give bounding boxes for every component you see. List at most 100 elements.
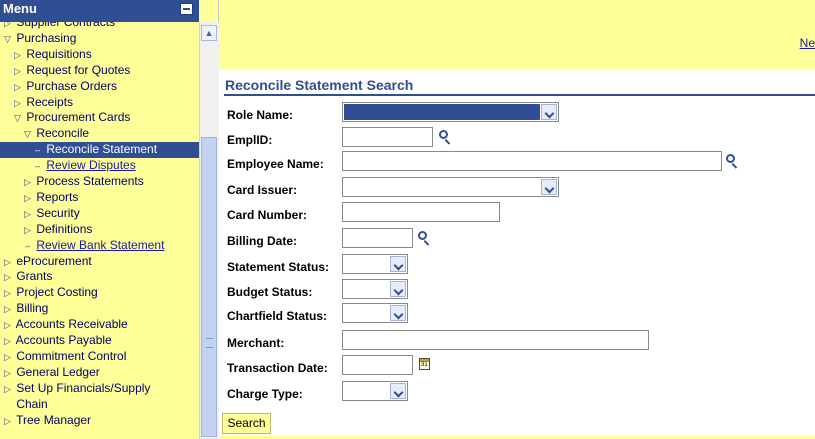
sidebar-item-label: Reconcile [36,126,90,140]
chartfield-status-label: Chartfield Status: [227,309,328,323]
chevron-down-icon[interactable] [541,179,557,195]
new-window-link[interactable]: Ne [800,36,815,50]
collapse-menu-icon[interactable] [180,3,193,15]
role-name-select[interactable] [342,102,559,122]
chevron-down-icon[interactable] [390,305,406,321]
sidebar-item-reconcile-statement[interactable]: – Reconcile Statement [0,142,199,158]
budget-status-label: Budget Status: [227,285,313,299]
sidebar-item-supplier-contracts[interactable]: ▷ Supplier Contracts [0,22,115,31]
sidebar-item-label: Purchase Orders [26,79,118,93]
top-header-bar: Ne [219,0,815,70]
sidebar-item-label: Receipts [26,95,74,109]
sidebar-item-definitions[interactable]: ▷ Definitions [0,222,92,238]
emplid-field[interactable] [342,127,433,147]
sidebar-item-security[interactable]: ▷ Security [0,206,80,222]
scroll-grip-icon [206,338,213,348]
chevron-down-icon[interactable] [390,281,406,297]
triangle-right-icon: ▷ [4,320,11,330]
triangle-right-icon: ▷ [4,352,11,362]
emplid-lookup-magnifier-icon[interactable] [439,130,453,145]
triangle-right-icon: ▷ [14,82,21,92]
transaction-date-label: Transaction Date: [227,361,328,375]
sidebar-item-label: Request for Quotes [26,63,131,77]
calendar-icon[interactable]: 31 [419,358,430,370]
card-number-field[interactable] [342,202,500,222]
sidebar-item-label: Grants [16,269,53,283]
sidebar-item-review-bank-statement[interactable]: – Review Bank Statement [0,238,164,254]
card-issuer-select[interactable] [342,177,559,197]
sidebar-item-set-up-financials-supply[interactable]: ▷ Set Up Financials/Supply [0,381,150,397]
employee-name-field[interactable] [342,151,722,171]
triangle-right-icon: ▷ [14,66,21,76]
role-name-label: Role Name: [227,108,294,122]
sidebar-item-requisitions[interactable]: ▷ Requisitions [0,47,92,63]
sidebar-item-receipts[interactable]: ▷ Receipts [0,95,73,111]
menu-title: Menu [3,1,37,16]
sidebar-item-purchase-orders[interactable]: ▷ Purchase Orders [0,79,117,95]
title-divider [224,94,815,96]
merchant-label: Merchant: [227,336,285,350]
triangle-down-icon: ▽ [24,129,31,139]
sidebar-item-eprocurement[interactable]: ▷ eProcurement [0,254,92,270]
triangle-right-icon: ▷ [4,257,11,267]
sidebar-item-chain[interactable]: Chain [0,397,47,413]
chartfield-status-select[interactable] [342,303,408,323]
sidebar-item-label: Set Up Financials/Supply [16,381,151,395]
statement-status-label: Statement Status: [227,260,330,274]
chevron-down-icon[interactable] [390,256,406,272]
scrollbar-thumb[interactable] [201,137,217,437]
sidebar-item-label: Accounts Receivable [15,317,128,331]
sidebar-item-label: Commitment Control [16,349,127,363]
statement-status-select[interactable] [342,254,408,274]
card-issuer-label: Card Issuer: [227,183,298,197]
sidebar-item-process-statements[interactable]: ▷ Process Statements [0,174,144,190]
sidebar-item-label: Supplier Contracts [16,22,116,29]
sidebar-item-reports[interactable]: ▷ Reports [0,190,78,206]
search-button[interactable]: Search [222,413,271,434]
sidebar-item-project-costing[interactable]: ▷ Project Costing [0,285,98,301]
sidebar-item-request-for-quotes[interactable]: ▷ Request for Quotes [0,63,130,79]
chevron-down-icon[interactable] [390,383,406,399]
scroll-up-arrow-icon[interactable]: ▲ [201,25,217,41]
sidebar-item-procurement-cards[interactable]: ▽ Procurement Cards [0,110,130,126]
sidebar-item-reconcile[interactable]: ▽ Reconcile [0,126,89,142]
sidebar-item-grants[interactable]: ▷ Grants [0,269,52,285]
sidebar-item-label: Definitions [36,222,93,236]
sidebar-item-general-ledger[interactable]: ▷ General Ledger [0,365,100,381]
sidebar-scrollbar[interactable]: ▲ [199,22,219,439]
triangle-right-icon: ▷ [4,416,11,426]
page-title: Reconcile Statement Search [225,77,414,93]
triangle-right-icon: ▷ [4,272,11,282]
chevron-down-icon[interactable] [541,104,557,120]
sidebar-item-label: Purchasing [16,31,77,45]
sidebar-item-label: eProcurement [16,254,92,268]
billing-date-label: Billing Date: [227,234,298,248]
triangle-right-icon: ▷ [24,225,31,235]
triangle-right-icon: ▷ [4,336,11,346]
triangle-right-icon: ▷ [14,50,21,60]
triangle-right-icon: ▷ [4,288,11,298]
sidebar-item-billing[interactable]: ▷ Billing [0,301,48,317]
billing-date-field[interactable] [342,228,413,248]
budget-status-select[interactable] [342,279,408,299]
menu-sidebar: Menu ▷ Supplier Contracts ▽ Purchasing ▷ R… [0,0,219,439]
charge-type-select[interactable] [342,381,408,401]
triangle-right-icon: ▷ [4,368,11,378]
transaction-date-field[interactable] [342,355,413,375]
sidebar-item-purchasing[interactable]: ▽ Purchasing [0,31,76,47]
sidebar-item-review-disputes[interactable]: – Review Disputes [0,158,136,174]
sidebar-item-accounts-payable[interactable]: ▷ Accounts Payable [0,333,112,349]
triangle-right-icon: ▷ [14,98,21,108]
card-number-label: Card Number: [227,208,308,222]
charge-type-label: Charge Type: [227,387,303,401]
sidebar-item-accounts-receivable[interactable]: ▷ Accounts Receivable [0,317,128,333]
sidebar-item-commitment-control[interactable]: ▷ Commitment Control [0,349,126,365]
triangle-down-icon: ▽ [4,34,11,44]
merchant-field[interactable] [342,330,649,350]
sidebar-item-label: Review Bank Statement [36,238,165,252]
emplid-label: EmplID: [227,133,273,147]
triangle-right-icon: ▷ [24,177,31,187]
billing-date-lookup-magnifier-icon[interactable] [418,231,432,246]
employee-name-lookup-magnifier-icon[interactable] [726,154,740,169]
sidebar-item-tree-manager[interactable]: ▷ Tree Manager [0,413,91,429]
